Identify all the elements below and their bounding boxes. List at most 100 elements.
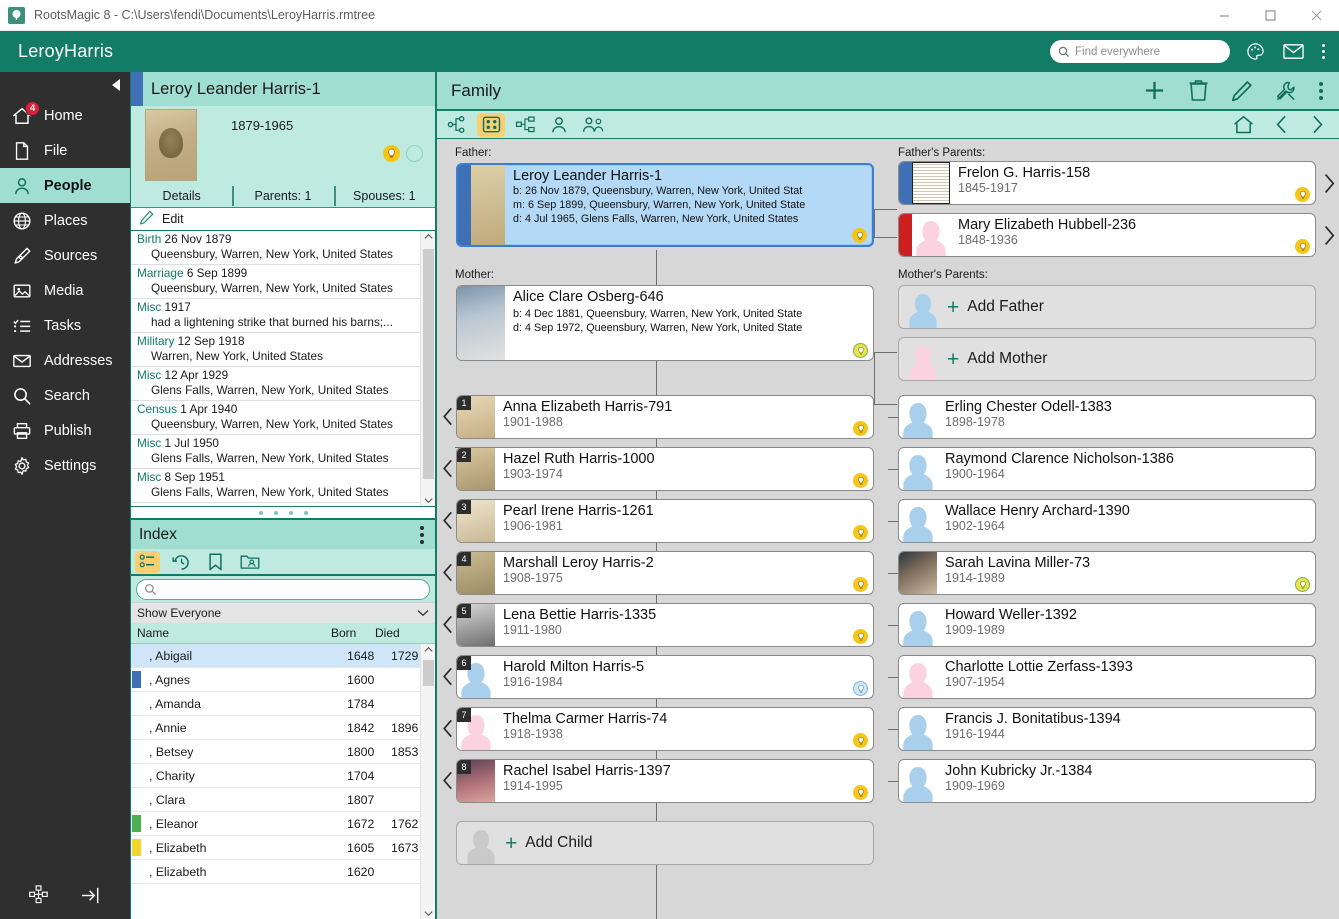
spouse-card[interactable]: Erling Chester Odell-1383 1898-1978 (898, 395, 1316, 439)
add-icon[interactable] (1143, 79, 1166, 102)
event-row[interactable]: Misc 1 Jul 1950 Glens Falls, Warren, New … (131, 435, 435, 469)
list-item[interactable]: , Elizabeth 1605 1673 (131, 836, 435, 860)
child-card[interactable]: 5 Lena Bettie Harris-1335 1911-1980 (456, 603, 874, 647)
pedigree-view-icon[interactable] (443, 113, 471, 137)
descendant-view-icon[interactable] (511, 113, 539, 137)
individual-view-icon[interactable] (545, 113, 573, 137)
list-item[interactable]: , Abigail 1648 1729 (131, 644, 435, 668)
hint-bulb-yellow-icon[interactable] (1295, 239, 1310, 254)
spouse-card[interactable]: Francis J. Bonitatibus-1394 1916-1944 (898, 707, 1316, 751)
add-child-button[interactable]: + Add Child (456, 821, 874, 865)
index-filter-dropdown[interactable]: Show Everyone (131, 602, 435, 623)
spouse-card[interactable]: Howard Weller-1392 1909-1989 (898, 603, 1316, 647)
column-header-died[interactable]: Died (375, 626, 419, 640)
logout-icon[interactable] (79, 884, 102, 907)
hint-bulb-yellow-icon[interactable] (383, 145, 400, 162)
tools-icon[interactable] (1275, 80, 1297, 102)
people-view-icon[interactable] (579, 113, 607, 137)
index-name-list[interactable]: , Abigail 1648 1729 , Agnes 1600 , Amanda 17… (131, 644, 435, 919)
hint-bulb-green-icon[interactable] (1295, 577, 1310, 592)
index-scrollbar[interactable] (420, 644, 435, 919)
people-list-icon[interactable] (135, 550, 160, 573)
hint-bulb-yellow-icon[interactable] (853, 785, 868, 800)
tab-spouses[interactable]: Spouses: 1 (333, 185, 435, 206)
list-item[interactable]: , Eleanor 1672 1762 (131, 812, 435, 836)
add-mother-button[interactable]: + Add Mother (898, 337, 1316, 381)
history-icon[interactable] (169, 551, 194, 573)
sidebar-item-home[interactable]: 4 Home (0, 98, 130, 133)
expand-grandparent-chevron-icon[interactable] (1322, 173, 1337, 194)
child-card[interactable]: 4 Marshall Leroy Harris-2 1908-1975 (456, 551, 874, 595)
spouse-card[interactable]: Sarah Lavina Miller-73 1914-1989 (898, 551, 1316, 595)
father-card[interactable]: Leroy Leander Harris-1 b: 26 Nov 1879, Q… (456, 163, 874, 247)
spouse-card[interactable]: Wallace Henry Archard-1390 1902-1964 (898, 499, 1316, 543)
list-item[interactable]: , Agnes 1600 (131, 668, 435, 692)
hint-bulb-yellow-icon[interactable] (853, 577, 868, 592)
close-button[interactable] (1293, 0, 1339, 31)
spouse-card[interactable]: Raymond Clarence Nicholson-1386 1900-196… (898, 447, 1316, 491)
hint-bulb-yellow-icon[interactable] (853, 733, 868, 748)
event-row[interactable]: Military 12 Sep 1918 Warren, New York, Un… (131, 333, 435, 367)
delete-icon[interactable] (1188, 79, 1209, 102)
forward-icon[interactable] (1310, 115, 1324, 134)
sidebar-item-sources[interactable]: Sources (0, 238, 130, 273)
hint-bulb-blue-icon[interactable] (853, 681, 868, 696)
tab-parents[interactable]: Parents: 1 (232, 185, 333, 206)
child-card[interactable]: 3 Pearl Irene Harris-1261 1906-1981 (456, 499, 874, 543)
spouse-card[interactable]: Charlotte Lottie Zerfass-1393 1907-1954 (898, 655, 1316, 699)
child-back-chevron-icon[interactable] (442, 563, 455, 582)
bookmark-icon[interactable] (203, 551, 228, 573)
event-row[interactable]: Marriage 6 Sep 1899 Queensbury, Warren, N… (131, 265, 435, 299)
mail-icon[interactable] (1283, 43, 1304, 60)
hint-bulb-yellow-icon[interactable] (853, 421, 868, 436)
column-header-name[interactable]: Name (131, 626, 331, 640)
child-card[interactable]: 6 Harold Milton Harris-5 1916-1984 (456, 655, 874, 699)
events-list[interactable]: Birth 26 Nov 1879 Queensbury, Warren, New… (131, 231, 435, 506)
hint-bulb-empty-icon[interactable] (406, 145, 423, 162)
edit-icon[interactable] (1231, 80, 1253, 102)
hint-bulb-yellow-icon[interactable] (852, 228, 867, 243)
find-everywhere-input[interactable]: Find everywhere (1050, 40, 1230, 63)
spouse-card[interactable]: John Kubricky Jr.-1384 1909-1969 (898, 759, 1316, 803)
edit-button[interactable]: Edit (131, 208, 435, 231)
hint-bulb-yellow-icon[interactable] (853, 473, 868, 488)
event-row[interactable]: Birth 26 Nov 1879 Queensbury, Warren, New… (131, 231, 435, 265)
sidebar-item-media[interactable]: Media (0, 273, 130, 308)
event-row[interactable]: Misc 12 Apr 1929 Glens Falls, Warren, New… (131, 367, 435, 401)
event-row[interactable]: Census 1 Apr 1940 Queensbury, Warren, New… (131, 401, 435, 435)
event-row[interactable]: Misc 8 Sep 1951 Glens Falls, Warren, New … (131, 469, 435, 503)
child-card[interactable]: 7 Thelma Carmer Harris-74 1918-1938 (456, 707, 874, 751)
mother-card[interactable]: Alice Clare Osberg-646 b: 4 Dec 1881, Qu… (456, 285, 874, 361)
sidebar-item-people[interactable]: People (0, 168, 130, 203)
child-back-chevron-icon[interactable] (442, 615, 455, 634)
family-view-icon[interactable] (477, 112, 505, 137)
tab-details[interactable]: Details (131, 189, 232, 203)
child-back-chevron-icon[interactable] (442, 459, 455, 478)
list-item[interactable]: , Elizabeth 1620 (131, 860, 435, 884)
index-search-input[interactable] (136, 578, 430, 600)
sidebar-item-addresses[interactable]: Addresses (0, 343, 130, 378)
index-kebab-menu-icon[interactable] (420, 525, 424, 544)
maximize-button[interactable] (1247, 0, 1293, 31)
sidebar-item-file[interactable]: File (0, 133, 130, 168)
child-back-chevron-icon[interactable] (442, 771, 455, 790)
child-card[interactable]: 1 Anna Elizabeth Harris-791 1901-1988 (456, 395, 874, 439)
family-kebab-menu-icon[interactable] (1319, 81, 1323, 100)
home-nav-icon[interactable] (1233, 115, 1254, 134)
hint-bulb-green-icon[interactable] (853, 343, 868, 358)
sidebar-item-search[interactable]: Search (0, 378, 130, 413)
palette-icon[interactable] (1246, 42, 1265, 61)
list-item[interactable]: , Betsey 1800 1853 (131, 740, 435, 764)
header-kebab-menu-icon[interactable] (1322, 44, 1325, 59)
tree-chart-icon[interactable] (28, 884, 51, 907)
child-back-chevron-icon[interactable] (442, 667, 455, 686)
add-father-button[interactable]: + Add Father (898, 285, 1316, 329)
sidebar-collapse-button[interactable] (0, 72, 130, 98)
child-card[interactable]: 2 Hazel Ruth Harris-1000 1903-1974 (456, 447, 874, 491)
group-folder-icon[interactable] (237, 551, 262, 573)
hint-bulb-yellow-icon[interactable] (853, 525, 868, 540)
list-item[interactable]: , Annie 1842 1896 (131, 716, 435, 740)
grandparent-card[interactable]: Mary Elizabeth Hubbell-236 1848-1936 (898, 213, 1316, 257)
back-icon[interactable] (1275, 115, 1289, 134)
child-card[interactable]: 8 Rachel Isabel Harris-1397 1914-1995 (456, 759, 874, 803)
